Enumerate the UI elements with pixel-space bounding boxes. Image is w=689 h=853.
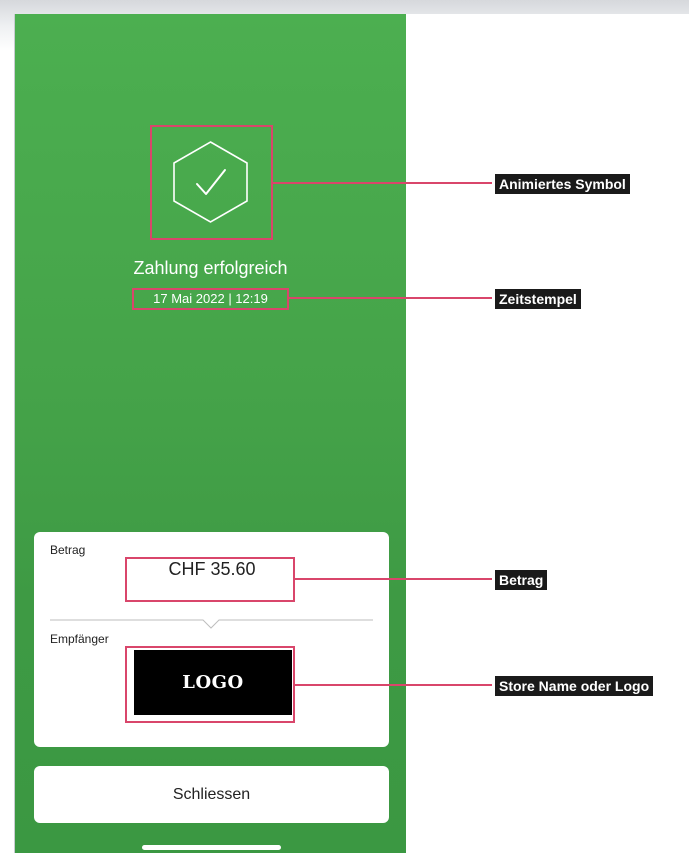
icon-highlight [150, 125, 273, 240]
home-indicator [142, 845, 281, 850]
amount-label: Betrag [50, 543, 86, 557]
icon-callout-tag: Animiertes Symbol [495, 174, 630, 194]
amount-highlight [125, 557, 295, 602]
divider [50, 619, 373, 629]
logo-callout-line [294, 684, 492, 686]
timestamp-callout-tag: Zeitstempel [495, 289, 581, 309]
close-button[interactable]: Schliessen [34, 766, 389, 823]
logo-highlight [125, 646, 295, 723]
success-title: Zahlung erfolgreich [133, 258, 288, 278]
annotation-area [405, 14, 689, 853]
timestamp-callout-line [288, 297, 492, 299]
timestamp-highlight [132, 288, 289, 310]
logo-callout-tag: Store Name oder Logo [495, 676, 654, 696]
recipient-label: Empfänger [50, 632, 109, 646]
icon-callout-line [272, 182, 492, 184]
amount-callout-tag: Betrag [495, 570, 548, 590]
amount-callout-line [294, 578, 492, 580]
payment-success-screen: Zahlung erfolgreich 17 Mai 2022 | 12:19 … [14, 14, 406, 853]
